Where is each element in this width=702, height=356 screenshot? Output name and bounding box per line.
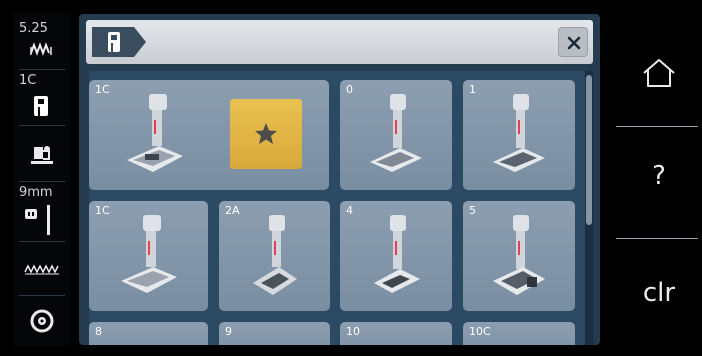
presser-foot-image xyxy=(253,215,297,295)
presser-foot-label: 9 xyxy=(225,325,232,338)
needle-plate-icon xyxy=(25,205,50,235)
help-button[interactable]: ? xyxy=(616,128,702,228)
needle-status[interactable]: 9mm xyxy=(13,185,70,241)
presser-foot-tile[interactable]: 1 xyxy=(463,80,575,190)
presser-foot-image xyxy=(121,215,177,293)
presser-foot-label: 8 xyxy=(95,325,102,338)
scrollbar-thumb[interactable] xyxy=(586,75,592,225)
presser-foot-tile[interactable]: 8 xyxy=(89,322,208,345)
presser-foot-label: 1C xyxy=(95,83,110,96)
bobbin-status[interactable] xyxy=(13,299,70,345)
presser-foot-tile[interactable]: 1C xyxy=(89,80,329,190)
star-icon xyxy=(255,123,277,144)
presser-foot-tab-icon[interactable] xyxy=(90,25,150,59)
presser-foot-label: 10C xyxy=(469,325,491,338)
presser-foot-label: 0 xyxy=(346,83,353,96)
bobbin-icon xyxy=(30,309,54,333)
presser-foot-pressure-status[interactable] xyxy=(13,129,70,181)
zigzag-stitch-icon xyxy=(24,264,59,275)
presser-foot-tile[interactable]: 9 xyxy=(219,322,330,345)
presser-foot-label: 2A xyxy=(225,204,240,217)
presser-foot-image xyxy=(493,94,545,172)
close-button[interactable] xyxy=(558,27,588,57)
presser-foot-tile[interactable]: 0 xyxy=(340,80,452,190)
presser-foot-tile[interactable]: 1C xyxy=(89,201,208,311)
needle-size-value: 9mm xyxy=(19,185,53,200)
presser-foot-tile[interactable]: 2A xyxy=(219,201,330,311)
presser-foot-label: 1 xyxy=(469,83,476,96)
right-function-bar: ? clr xyxy=(610,0,702,356)
presser-foot-status[interactable]: 1C xyxy=(13,73,70,125)
presser-foot-selection-dialog: 1C 0 1 1C 2A 4 5 8 9 10 10C xyxy=(79,14,600,345)
presser-foot-image xyxy=(374,215,420,293)
clear-label: clr xyxy=(642,278,676,308)
presser-foot-label: 4 xyxy=(346,204,353,217)
dialog-header xyxy=(86,20,593,64)
home-button[interactable] xyxy=(616,20,702,120)
presser-foot-pressure-icon xyxy=(31,146,53,164)
presser-foot-label: 1C xyxy=(95,204,110,217)
stitch-pattern-status[interactable] xyxy=(13,245,70,295)
presser-foot-label: 10 xyxy=(346,325,360,338)
presser-foot-icon xyxy=(34,96,48,116)
clear-button[interactable]: clr xyxy=(616,240,702,340)
presser-foot-image xyxy=(370,94,422,172)
presser-foot-image xyxy=(493,215,545,295)
home-icon xyxy=(643,59,675,87)
stitch-width-status[interactable]: 5.25 xyxy=(13,21,70,71)
stitch-width-value: 5.25 xyxy=(19,21,48,36)
close-icon xyxy=(567,36,581,50)
grid-scrollbar[interactable] xyxy=(585,71,593,345)
presser-foot-tile[interactable]: 4 xyxy=(340,201,452,311)
presser-foot-value: 1C xyxy=(19,73,37,88)
presser-foot-tile[interactable]: 10C xyxy=(463,322,575,345)
presser-foot-label: 5 xyxy=(469,204,476,217)
left-status-bar: 5.25 1C 9mm xyxy=(13,13,70,346)
help-label: ? xyxy=(652,161,666,191)
presser-foot-tile[interactable]: 10 xyxy=(340,322,452,345)
favorite-button[interactable] xyxy=(230,99,302,169)
stitch-width-icon xyxy=(30,42,52,56)
presser-foot-tile[interactable]: 5 xyxy=(463,201,575,311)
presser-foot-image xyxy=(127,94,183,172)
presser-foot-grid: 1C 0 1 1C 2A 4 5 8 9 10 10C xyxy=(89,71,593,345)
